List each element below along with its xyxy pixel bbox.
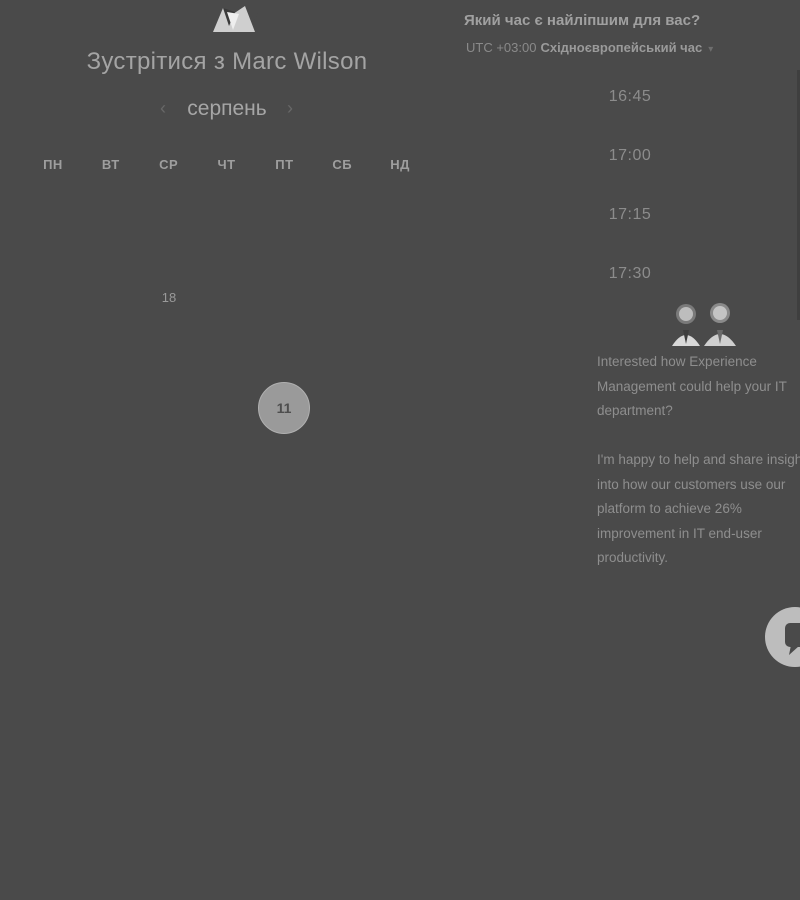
team-member-avatar [704, 303, 736, 346]
next-month-button[interactable]: › [282, 95, 298, 121]
time-slot[interactable]: 17:00 [560, 147, 700, 165]
prev-month-button[interactable]: ‹ [155, 95, 171, 121]
weekday-thu: ЧТ [217, 157, 236, 172]
weekday-sun: НД [390, 157, 410, 172]
weekday-tue: ВТ [101, 157, 120, 172]
chat-button[interactable] [765, 607, 800, 667]
caret-down-icon: ▾ [708, 44, 714, 55]
time-slot[interactable]: 16:45 [560, 88, 700, 106]
weekday-mon: ПН [43, 157, 63, 172]
timezone-selector[interactable]: UTC +03:00 Східноєвропейський час ▾ [466, 40, 713, 55]
weekday-sat: СБ [332, 157, 353, 172]
weekday-fri: ПТ [275, 157, 294, 172]
promo-paragraph: I'm happy to help and share insight into… [597, 452, 800, 565]
page-title: Зустрітися з Marc Wilson [86, 48, 368, 75]
timezone-name: Східноєвропейський час [540, 40, 703, 55]
calendar-day-selected[interactable]: 11 [258, 382, 310, 434]
time-slot[interactable]: 17:30 [560, 265, 700, 283]
host-avatar [205, 0, 259, 32]
weekday-header: ПН ВТ СР ЧТ ПТ СБ НД [24, 157, 429, 177]
team-avatars [672, 303, 736, 346]
month-label: серпень [187, 97, 267, 120]
team-member-avatar [672, 304, 700, 346]
calendar-day[interactable]: 18 [140, 288, 198, 342]
timezone-question: Який час є найліпшим для вас? [464, 12, 701, 29]
promo-paragraph: Interested how Experience Management cou… [597, 354, 787, 418]
chevron-right-icon: › [287, 98, 293, 118]
chat-bubble-icon [785, 623, 800, 655]
month-navigation: ‹ серпень › [0, 95, 454, 125]
chevron-left-icon: ‹ [160, 98, 166, 118]
timezone-offset: UTC +03:00 [466, 40, 537, 55]
time-slot[interactable]: 17:15 [560, 206, 700, 224]
weekday-wed: СР [159, 157, 179, 172]
